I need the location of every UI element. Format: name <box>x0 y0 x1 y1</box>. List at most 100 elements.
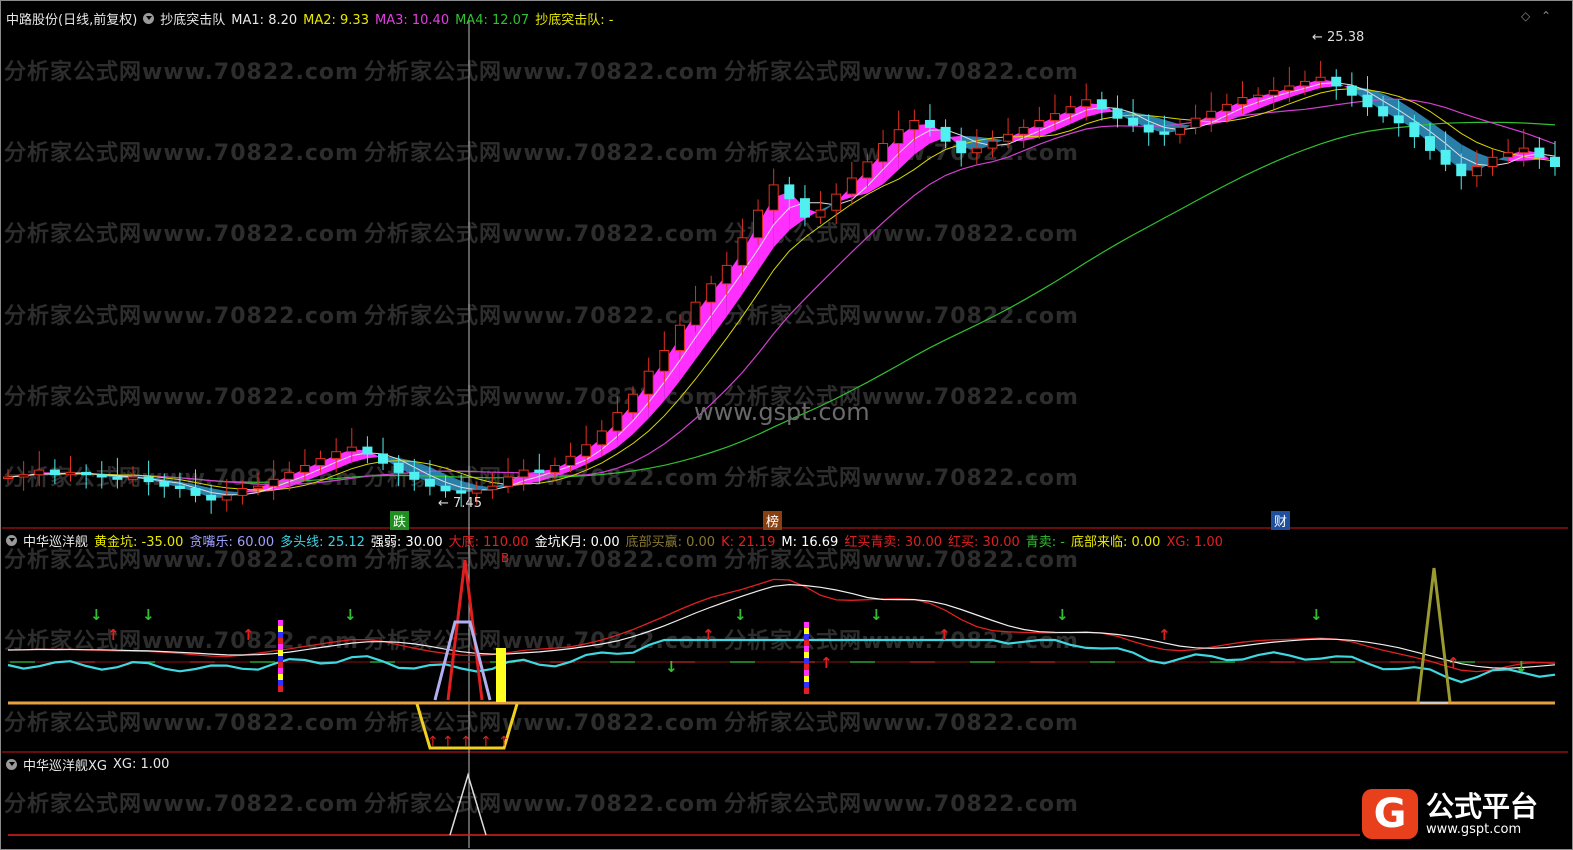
candle-body <box>862 161 873 179</box>
logo-icon: G <box>1362 789 1418 839</box>
indicator-readout-6: 底部买赢: 0.00 <box>625 534 716 550</box>
candle-body <box>737 237 748 266</box>
indicator-readouts: 黄金坑: -35.00 贪嘴乐: 60.00 多头线: 25.12 强弱: 30.00… <box>94 531 1229 550</box>
indicator-title[interactable]: 抄底突击队 <box>160 9 225 28</box>
candle-body <box>1049 113 1060 121</box>
candle-body <box>815 209 826 218</box>
candle-body <box>1487 156 1498 168</box>
ma3-line <box>7 98 1556 485</box>
multicolor-bar-seg <box>804 676 809 682</box>
candle-body <box>1424 136 1435 151</box>
multicolor-bar-seg <box>804 634 809 640</box>
up-arrow: ↑ <box>460 734 472 750</box>
multicolor-bar-seg <box>278 650 283 656</box>
indicator-readout-8: M: 16.69 <box>781 534 839 550</box>
candle-body <box>1253 94 1264 98</box>
multicolor-bar-seg <box>278 644 283 650</box>
candle-body <box>159 481 170 487</box>
candle-body <box>1331 76 1342 87</box>
red-up-arrow: ↑ <box>107 626 120 644</box>
green-down-arrow: ↓ <box>870 606 883 624</box>
candle-body <box>799 198 810 218</box>
candle-body <box>581 444 592 457</box>
candle-body <box>65 471 76 476</box>
candle-body <box>1284 85 1295 92</box>
dropdown-icon[interactable] <box>143 12 155 24</box>
candle-body <box>1518 147 1529 154</box>
xg-indicator-name[interactable]: 中华巡洋舰XG <box>23 755 107 774</box>
candle-body <box>1159 131 1170 135</box>
signal-tag-die: 跌 <box>390 511 410 530</box>
multicolor-bar-seg <box>278 680 283 686</box>
candle-body <box>1190 117 1201 128</box>
candle-body <box>81 471 92 476</box>
candle-body <box>674 324 685 352</box>
candle-body <box>1128 117 1139 126</box>
indicator-readout-10: 红买: 30.00 <box>948 534 1020 550</box>
candle-body <box>3 476 13 479</box>
ma4-line <box>7 121 1556 483</box>
multicolor-bar-seg <box>278 620 283 626</box>
candle-body <box>1206 110 1217 119</box>
diamond-icon[interactable]: ◇ <box>1521 9 1530 23</box>
up-arrow: ↑ <box>427 734 439 750</box>
red-up-arrow: ↑ <box>1158 626 1171 644</box>
indicator-readout-9: 红买青卖: 30.00 <box>844 534 943 550</box>
ma-readouts: MA1: 8.20 MA2: 9.33 MA3: 10.40 MA4: 12.07 抄底… <box>231 9 619 28</box>
multicolor-bar-seg <box>804 622 809 628</box>
candle-body <box>96 474 107 478</box>
site-watermark: www.gspt.com <box>694 398 870 426</box>
green-down-arrow: ↓ <box>1056 606 1069 624</box>
candle-body <box>1378 106 1389 117</box>
high-price-label: ← 25.38 <box>1312 30 1365 45</box>
green-down-arrow: ↓ <box>665 658 678 676</box>
candle-body <box>565 455 576 466</box>
candle-body <box>768 184 779 211</box>
candle-body <box>1268 90 1279 96</box>
candle-body <box>1409 122 1420 138</box>
candle-body <box>956 140 967 154</box>
candle-body <box>659 350 670 372</box>
up-arrow: ↑ <box>480 734 492 750</box>
candle-body <box>1034 120 1045 128</box>
green-down-arrow: ↓ <box>1515 658 1528 676</box>
candle-body <box>206 494 217 501</box>
ma-readout-0: MA1: 8.20 <box>231 12 298 28</box>
candle-body <box>1440 149 1451 165</box>
ma-readout-1: MA2: 9.33 <box>303 12 369 28</box>
candle-body <box>534 469 545 473</box>
indicator-readout-3: 强弱: 30.00 <box>370 534 443 550</box>
candle-body <box>690 301 701 326</box>
indicator-readout-11: 青卖: - <box>1025 534 1065 550</box>
candle-body <box>1471 166 1482 177</box>
candle-body <box>128 476 139 480</box>
high-price-value: 25.38 <box>1327 30 1365 45</box>
multicolor-bar-seg <box>804 670 809 676</box>
xg-panel-header: 中华巡洋舰XG XG: 1.00 <box>6 754 181 774</box>
indicator-name[interactable]: 中华巡洋舰 <box>23 531 88 550</box>
low-price-value: 7.45 <box>453 496 482 511</box>
candle-body <box>237 488 248 496</box>
candle-body <box>299 465 310 473</box>
candle-body <box>49 469 60 476</box>
scroll-up-icon[interactable]: ⌃ <box>1541 9 1551 23</box>
candle-body <box>1503 152 1514 158</box>
candle-body <box>315 458 326 467</box>
trend-line <box>7 638 1556 684</box>
red-up-arrow: ↑ <box>702 626 715 644</box>
candle-body <box>440 485 451 492</box>
candle-body <box>1237 97 1248 105</box>
candle-body <box>190 488 201 496</box>
candle-body <box>940 126 951 142</box>
dropdown-icon[interactable] <box>6 534 17 546</box>
multicolor-bar-seg <box>804 658 809 664</box>
green-down-arrow: ↓ <box>344 606 357 624</box>
candle-body <box>612 412 623 432</box>
candle-body <box>846 177 857 195</box>
stock-title[interactable]: 中路股份(日线,前复权) <box>6 9 137 28</box>
signal-tag-bang: 榜 <box>763 511 783 530</box>
dropdown-icon[interactable] <box>6 758 17 770</box>
candle-body <box>1346 85 1357 96</box>
green-down-arrow: ↓ <box>90 606 103 624</box>
candle-body <box>1221 103 1232 112</box>
